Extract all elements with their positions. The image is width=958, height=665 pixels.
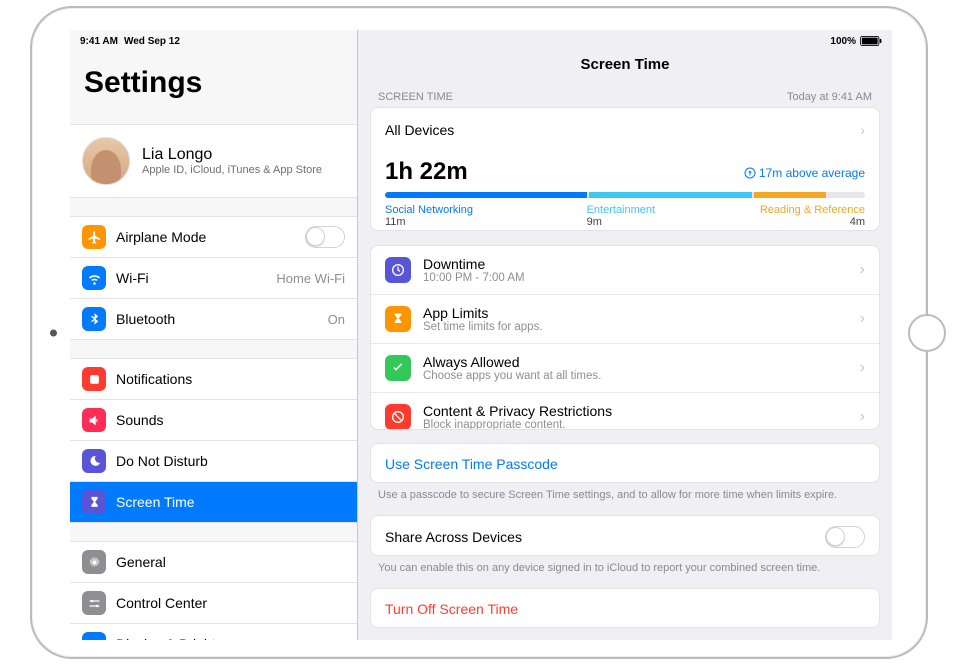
row-title: Content & Privacy Restrictions bbox=[423, 403, 848, 419]
limits-card: Downtime 10:00 PM - 7:00 AM › App Limits… bbox=[370, 245, 880, 431]
sidebar-item-label: Bluetooth bbox=[116, 311, 318, 327]
wifi-value: Home Wi-Fi bbox=[276, 271, 345, 286]
user-sub: Apple ID, iCloud, iTunes & App Store bbox=[142, 164, 322, 176]
avg-delta: 17m above average bbox=[744, 166, 865, 180]
notifications-icon bbox=[82, 367, 106, 391]
row-sub: Block inappropriate content. bbox=[423, 419, 848, 431]
sidebar-item-notifications[interactable]: Notifications bbox=[70, 358, 357, 399]
sidebar-item-label: Wi-Fi bbox=[116, 270, 266, 286]
gear-icon bbox=[82, 550, 106, 574]
usage-seg-reading bbox=[754, 192, 826, 198]
airplane-toggle[interactable] bbox=[305, 226, 345, 248]
sidebar-item-wifi[interactable]: Wi-Fi Home Wi-Fi bbox=[70, 257, 357, 298]
row-title: Always Allowed bbox=[423, 354, 848, 370]
usage-bar-chart bbox=[385, 192, 865, 198]
user-name: Lia Longo bbox=[142, 146, 322, 164]
page-title: Screen Time bbox=[358, 30, 892, 83]
total-usage: 1h 22m 17m above average bbox=[371, 152, 879, 188]
ipad-frame: 9:41 AM Wed Sep 12 100% Settings bbox=[30, 6, 928, 659]
legend-reading-label: Reading & Reference bbox=[750, 204, 865, 216]
applimits-row[interactable]: App Limits Set time limits for apps. › bbox=[371, 294, 879, 343]
sidebar-item-label: Screen Time bbox=[116, 494, 345, 510]
hourglass-icon bbox=[385, 306, 411, 332]
sidebar-item-label: Sounds bbox=[116, 412, 345, 428]
row-title: App Limits bbox=[423, 305, 848, 321]
always-allowed-row[interactable]: Always Allowed Choose apps you want at a… bbox=[371, 343, 879, 392]
sidebar-item-label: Notifications bbox=[116, 371, 345, 387]
check-icon bbox=[385, 355, 411, 381]
section-header-right: Today at 9:41 AM bbox=[787, 91, 872, 103]
all-devices-row[interactable]: All Devices › bbox=[371, 108, 879, 152]
sliders-icon bbox=[82, 591, 106, 615]
legend-social-time: 11m bbox=[385, 216, 587, 228]
sidebar-item-dnd[interactable]: Do Not Disturb bbox=[70, 440, 357, 481]
share-note: You can enable this on any device signed… bbox=[358, 556, 892, 588]
no-entry-icon bbox=[385, 404, 411, 430]
sidebar-item-sounds[interactable]: Sounds bbox=[70, 399, 357, 440]
bluetooth-value: On bbox=[328, 312, 345, 327]
sidebar-item-label: Airplane Mode bbox=[116, 229, 295, 245]
all-devices-label: All Devices bbox=[385, 122, 848, 138]
turn-off-link[interactable]: Turn Off Screen Time bbox=[371, 589, 879, 628]
moon-icon bbox=[82, 449, 106, 473]
legend-reading-time: 4m bbox=[750, 216, 865, 228]
display-icon: AA bbox=[82, 632, 106, 640]
chevron-right-icon: › bbox=[860, 359, 865, 377]
row-sub: 10:00 PM - 7:00 AM bbox=[423, 272, 848, 284]
downtime-icon bbox=[385, 257, 411, 283]
share-across-devices-row[interactable]: Share Across Devices bbox=[371, 516, 879, 557]
screen: 9:41 AM Wed Sep 12 100% Settings bbox=[70, 30, 892, 640]
share-label: Share Across Devices bbox=[385, 529, 522, 545]
usage-legend: Social Networking 11m Entertainment 9m R… bbox=[371, 202, 879, 231]
chevron-right-icon: › bbox=[860, 261, 865, 279]
usage-seg-entertain bbox=[589, 192, 752, 198]
legend-social-label: Social Networking bbox=[385, 204, 587, 216]
sounds-icon bbox=[82, 408, 106, 432]
sidebar-item-controlcenter[interactable]: Control Center bbox=[70, 582, 357, 623]
settings-title: Settings bbox=[70, 30, 357, 106]
wifi-icon bbox=[82, 266, 106, 290]
turnoff-card: Turn Off Screen Time bbox=[370, 588, 880, 628]
front-camera bbox=[50, 329, 57, 336]
chevron-right-icon: › bbox=[860, 122, 865, 138]
detail-pane[interactable]: Screen Time SCREEN TIME Today at 9:41 AM… bbox=[358, 30, 892, 640]
row-sub: Set time limits for apps. bbox=[423, 321, 848, 333]
total-time-value: 1h 22m bbox=[385, 158, 468, 186]
sidebar-item-label: Do Not Disturb bbox=[116, 453, 345, 469]
bluetooth-icon bbox=[82, 307, 106, 331]
sidebar-item-label: Control Center bbox=[116, 595, 345, 611]
usage-card: All Devices › 1h 22m 17m above average bbox=[370, 107, 880, 231]
sidebar-item-label: Display & Brightness bbox=[116, 636, 345, 640]
airplane-icon bbox=[82, 225, 106, 249]
share-card: Share Across Devices bbox=[370, 515, 880, 557]
avatar bbox=[82, 137, 130, 185]
hourglass-icon bbox=[82, 490, 106, 514]
sidebar-item-bluetooth[interactable]: Bluetooth On bbox=[70, 298, 357, 340]
share-toggle[interactable] bbox=[825, 526, 865, 548]
sidebar-item-label: General bbox=[116, 554, 345, 570]
arrow-up-icon bbox=[744, 167, 756, 179]
home-button[interactable] bbox=[908, 314, 946, 352]
content-restrictions-row[interactable]: Content & Privacy Restrictions Block ina… bbox=[371, 392, 879, 431]
passcode-card: Use Screen Time Passcode bbox=[370, 443, 880, 483]
passcode-note: Use a passcode to secure Screen Time set… bbox=[358, 483, 892, 515]
chevron-right-icon: › bbox=[860, 310, 865, 328]
chevron-right-icon: › bbox=[860, 408, 865, 426]
legend-entertain-label: Entertainment bbox=[587, 204, 750, 216]
sidebar-item-screentime[interactable]: Screen Time bbox=[70, 481, 357, 523]
settings-sidebar[interactable]: Settings Lia Longo Apple ID, iCloud, iTu… bbox=[70, 30, 358, 640]
downtime-row[interactable]: Downtime 10:00 PM - 7:00 AM › bbox=[371, 246, 879, 294]
section-header-left: SCREEN TIME bbox=[378, 91, 453, 103]
row-title: Downtime bbox=[423, 256, 848, 272]
sidebar-item-display[interactable]: AA Display & Brightness bbox=[70, 623, 357, 640]
use-passcode-link[interactable]: Use Screen Time Passcode bbox=[371, 444, 879, 483]
row-sub: Choose apps you want at all times. bbox=[423, 370, 848, 382]
apple-id-cell[interactable]: Lia Longo Apple ID, iCloud, iTunes & App… bbox=[70, 124, 357, 198]
sidebar-item-general[interactable]: General bbox=[70, 541, 357, 582]
sidebar-item-airplane[interactable]: Airplane Mode bbox=[70, 216, 357, 257]
legend-entertain-time: 9m bbox=[587, 216, 750, 228]
usage-seg-social bbox=[385, 192, 587, 198]
